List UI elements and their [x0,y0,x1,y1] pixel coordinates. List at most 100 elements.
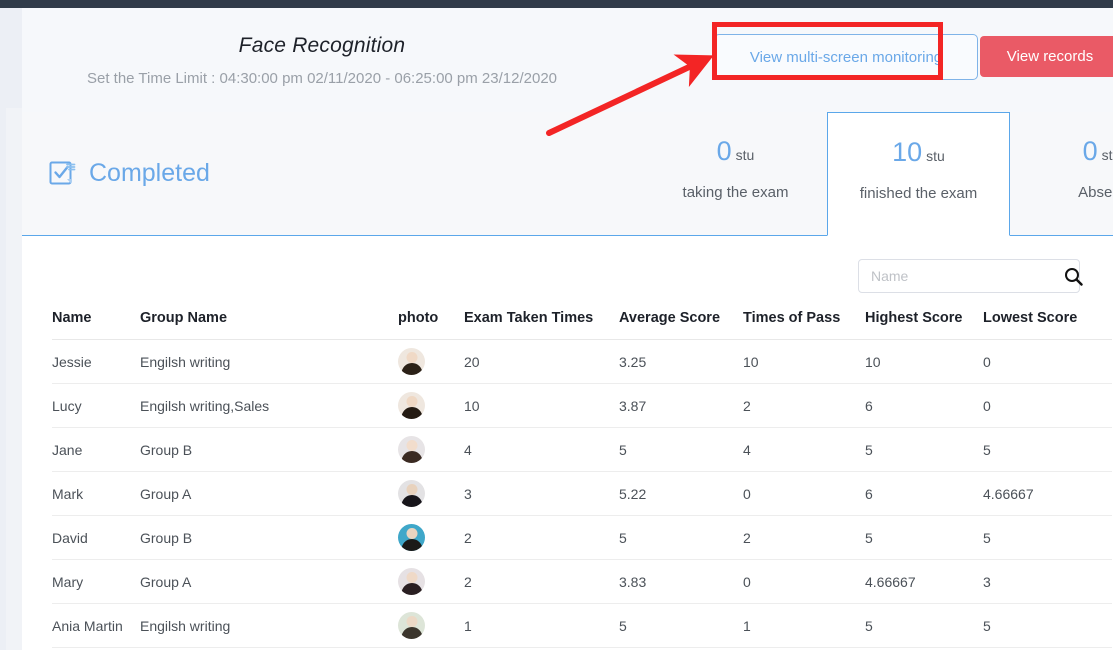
stat-caption: finished the exam [859,185,978,202]
search-input[interactable] [859,268,1060,284]
stat-value-wrap: 0stu [1010,138,1113,165]
cell-photo [398,603,464,648]
table-row[interactable]: Mary Group A 2 3.83 0 4.66667 3 [52,559,1112,604]
cell-name: David [52,515,140,560]
cell-lowest: 4.66667 [983,471,1112,516]
search-icon [1065,267,1083,286]
cell-group: Engilsh writing [140,339,398,384]
page-header: Face Recognition Set the Time Limit : 04… [22,8,1113,112]
cell-group: Engilsh writing [140,603,398,648]
col-photo: photo [398,310,464,340]
col-name: Name [52,310,140,340]
cell-lowest: 5 [983,427,1112,472]
status-summary: Completed [22,112,644,236]
app-topbar [0,0,1113,8]
cell-average: 3.87 [619,383,743,428]
col-group: Group Name [140,310,398,340]
stat-value-wrap: 10 stu [828,139,1009,166]
view-multi-screen-monitoring-button[interactable]: View multi-screen monitoring [714,34,978,80]
cell-pass: 1 [743,603,865,648]
col-average: Average Score [619,310,743,340]
left-gutter-inner [6,108,22,650]
table-row[interactable]: David Group B 25255 [52,515,1112,560]
cell-photo [398,427,464,472]
cell-highest: 6 [865,383,983,428]
stat-caption: taking the exam [682,184,789,201]
cell-taken: 1 [464,603,619,648]
cell-pass: 4 [743,427,865,472]
table-row[interactable]: Jessie Engilsh writing 20 3.25 10 10 0 [52,339,1112,384]
table-row[interactable]: Lucy Engilsh writing,Sales 10 3.87 2 6 0 [52,383,1112,428]
cell-group: Group A [140,471,398,516]
cell-taken: 3 [464,471,619,516]
cell-average: 5.22 [619,471,743,516]
cell-photo [398,471,464,516]
cell-group: Group A [140,559,398,604]
table-head: Name Group Name photo Exam Taken Times A… [52,310,1112,340]
cell-name: Jessie [52,339,140,384]
cell-average: 3.83 [619,559,743,604]
table-row[interactable]: Jane Group B 45455 [52,427,1112,472]
cell-highest: 6 [865,471,983,516]
cell-highest: 10 [865,339,983,384]
cell-average: 5 [619,427,743,472]
stat-unit: stu [926,148,945,164]
cell-name: Jane [52,427,140,472]
status-label: Completed [89,159,210,187]
cell-group: Group B [140,515,398,560]
cell-lowest: 5 [983,603,1112,648]
stat-unit: stu [735,147,755,163]
cell-pass: 10 [743,339,865,384]
col-taken: Exam Taken Times [464,310,619,340]
search-button[interactable] [1060,267,1095,286]
col-highest: Highest Score [865,310,983,340]
content-card: Completed 0 stu taking the exam 10 stu fin… [22,112,1113,650]
cell-average: 3.25 [619,339,743,384]
cell-lowest: 5 [983,515,1112,560]
stat-count: 0 [1082,136,1098,166]
cell-lowest: 3 [983,559,1112,604]
stat-value-wrap: 0stu [644,138,827,165]
cell-average: 5 [619,603,743,648]
table-body: Jessie Engilsh writing 20 3.25 10 10 0 Lucy Eng… [52,339,1112,648]
checked-document-icon [48,159,78,189]
cell-highest: 5 [865,603,983,648]
col-lowest: Lowest Score [983,310,1112,340]
stat-caption: Absent [1078,184,1113,201]
view-records-button[interactable]: View records [980,36,1113,77]
cell-taken: 10 [464,383,619,428]
cell-highest: 4.66667 [865,559,983,604]
cell-lowest: 0 [983,339,1112,384]
cell-pass: 2 [743,515,865,560]
cell-taken: 2 [464,515,619,560]
col-pass: Times of Pass [743,310,865,340]
stat-card-absent[interactable]: 0stu Absent [1010,112,1113,236]
table-header-row: Name Group Name photo Exam Taken Times A… [52,310,1112,340]
cell-photo [398,339,464,384]
stat-count: 10 [892,137,923,167]
search-box[interactable] [858,259,1083,293]
portrait-avatar [398,480,425,507]
cell-group: Group B [140,427,398,472]
cell-group: Engilsh writing,Sales [140,383,398,428]
page-title: Face Recognition [238,34,406,57]
table-row[interactable]: Ania Martin Engilsh writing 15155 [52,603,1112,648]
cell-taken: 4 [464,427,619,472]
cell-average: 5 [619,515,743,560]
cell-name: Mark [52,471,140,516]
students-table: Name Group Name photo Exam Taken Times A… [52,310,1112,648]
cell-photo [398,515,464,560]
portrait-avatar [398,392,425,419]
cell-name: Lucy [52,383,140,428]
cell-photo [398,559,464,604]
stat-card-finished[interactable]: 10 stu finished the exam [827,112,1010,236]
exam-status-bar: Completed 0 stu taking the exam 10 stu fin… [22,112,1113,236]
portrait-avatar [398,436,425,463]
portrait-avatar [398,568,425,595]
stat-card-taking[interactable]: 0 stu taking the exam [644,112,827,236]
table-row[interactable]: Mark Group A 3 5.22 0 6 4.66667 [52,471,1112,516]
portrait-avatar [398,524,425,551]
cell-photo [398,383,464,428]
cell-pass: 0 [743,471,865,516]
left-gutter [0,8,22,650]
